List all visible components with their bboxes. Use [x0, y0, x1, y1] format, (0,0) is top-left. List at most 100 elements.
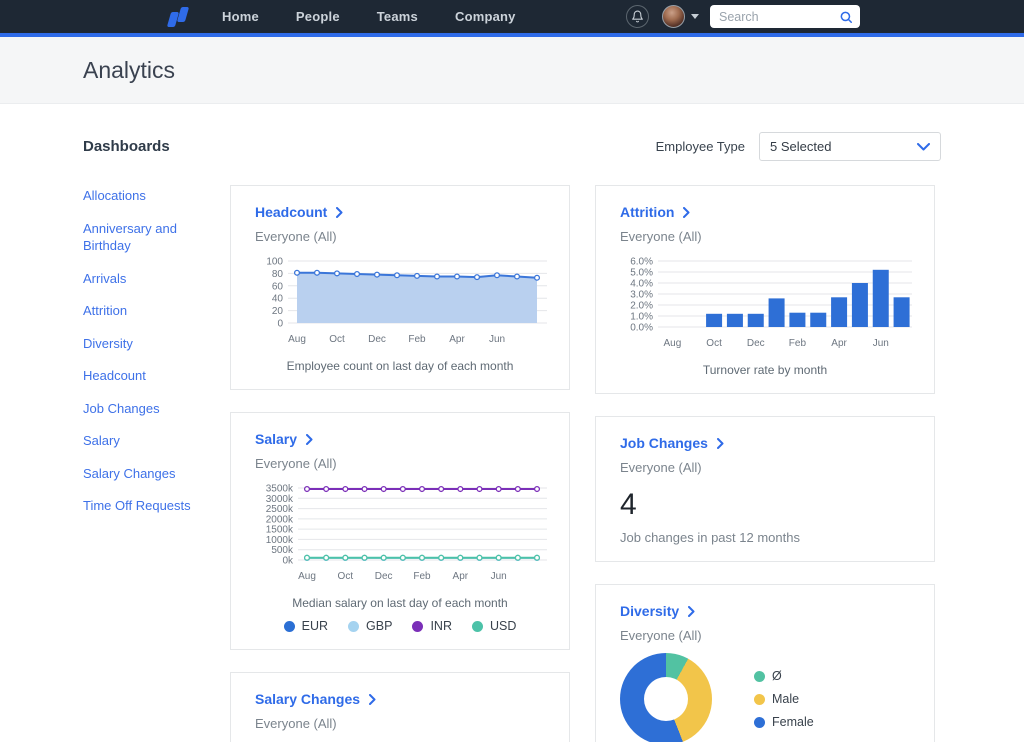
svg-text:2.0%: 2.0%	[630, 301, 653, 312]
diversity-card-title: Diversity	[620, 603, 679, 619]
diversity-card-link[interactable]: Diversity	[620, 603, 695, 619]
job-changes-value: 4	[620, 488, 910, 522]
svg-text:Oct: Oct	[706, 338, 722, 349]
employee-type-label: Employee Type	[656, 139, 745, 154]
salary-changes-card: Salary Changes Everyone (All) 5	[230, 672, 570, 742]
job-changes-card-subtitle: Everyone (All)	[620, 460, 910, 475]
svg-text:Dec: Dec	[368, 334, 386, 345]
svg-text:Oct: Oct	[338, 571, 354, 582]
svg-text:0: 0	[277, 319, 283, 330]
chevron-down-icon	[691, 14, 699, 19]
chevron-right-icon	[336, 207, 343, 218]
avatar	[662, 5, 685, 28]
svg-text:40: 40	[272, 294, 284, 305]
namely-logo[interactable]	[165, 4, 192, 30]
chevron-down-icon	[917, 143, 930, 151]
sidebar-item-salary[interactable]: Salary	[83, 432, 195, 450]
legend-label: USD	[490, 619, 516, 633]
headcount-chart: 100806040200AugOctDecFebAprJun	[255, 256, 545, 355]
employee-type-filter: Employee Type 5 Selected	[656, 132, 941, 161]
sidebar-item-anniversary-and-birthday[interactable]: Anniversary and Birthday	[83, 220, 195, 255]
salary-chart-caption: Median salary on last day of each month	[255, 596, 545, 610]
job-changes-caption: Job changes in past 12 months	[620, 530, 910, 545]
legend-item: Male	[754, 692, 814, 706]
svg-text:Feb: Feb	[408, 334, 426, 345]
legend-dot-icon	[754, 694, 765, 705]
job-changes-card: Job Changes Everyone (All) 4 Job changes…	[595, 416, 935, 562]
svg-text:0k: 0k	[282, 556, 294, 567]
dashboards-heading: Dashboards	[83, 138, 170, 155]
bell-icon	[631, 10, 644, 23]
legend-dot-icon	[412, 621, 423, 632]
svg-text:Jun: Jun	[491, 571, 507, 582]
svg-text:6.0%: 6.0%	[630, 257, 653, 268]
headcount-card-subtitle: Everyone (All)	[255, 229, 545, 244]
salary-card-title: Salary	[255, 431, 297, 447]
salary-changes-card-title: Salary Changes	[255, 691, 360, 707]
top-nav: Home People Teams Company	[0, 0, 1024, 33]
attrition-chart: 6.0%5.0%4.0%3.0%2.0%1.0%0.0% Aug Oct Dec Feb…	[620, 256, 910, 359]
chevron-right-icon	[717, 438, 724, 449]
salary-card-subtitle: Everyone (All)	[255, 456, 545, 471]
svg-text:1.0%: 1.0%	[630, 312, 653, 323]
legend-item: EUR	[284, 619, 328, 633]
chevron-right-icon	[369, 694, 376, 705]
svg-text:Jun: Jun	[489, 334, 505, 345]
svg-text:100: 100	[266, 257, 283, 268]
user-menu[interactable]	[662, 5, 699, 28]
headcount-card-link[interactable]: Headcount	[255, 204, 343, 220]
nav-item-people[interactable]: People	[296, 9, 340, 24]
svg-text:Feb: Feb	[789, 338, 807, 349]
svg-text:60: 60	[272, 281, 284, 292]
sidebar-item-attrition[interactable]: Attrition	[83, 302, 195, 320]
sidebar-item-headcount[interactable]: Headcount	[83, 367, 195, 385]
svg-text:Aug: Aug	[664, 338, 682, 349]
chevron-right-icon	[683, 207, 690, 218]
legend-label: GBP	[366, 619, 392, 633]
legend-label: Female	[772, 715, 814, 729]
legend-dot-icon	[754, 671, 765, 682]
salary-changes-card-subtitle: Everyone (All)	[255, 716, 545, 731]
dashboards-sidebar: Allocations Anniversary and Birthday Arr…	[83, 185, 230, 742]
sidebar-item-arrivals[interactable]: Arrivals	[83, 270, 195, 288]
sidebar-item-time-off-requests[interactable]: Time Off Requests	[83, 497, 195, 515]
diversity-card: Diversity Everyone (All) ØMaleFemale	[595, 584, 935, 742]
salary-changes-card-link[interactable]: Salary Changes	[255, 691, 376, 707]
svg-text:80: 80	[272, 269, 284, 280]
nav-item-teams[interactable]: Teams	[377, 9, 418, 24]
attrition-card-link[interactable]: Attrition	[620, 204, 690, 220]
search-icon[interactable]	[839, 10, 853, 24]
legend-dot-icon	[754, 717, 765, 728]
legend-item: Ø	[754, 669, 814, 683]
headcount-chart-caption: Employee count on last day of each month	[255, 359, 545, 373]
search-input[interactable]	[719, 10, 839, 24]
legend-dot-icon	[284, 621, 295, 632]
svg-text:Apr: Apr	[449, 334, 465, 345]
search-box	[710, 5, 860, 28]
employee-type-value: 5 Selected	[770, 139, 831, 154]
svg-text:0.0%: 0.0%	[630, 323, 653, 334]
legend-label: Male	[772, 692, 799, 706]
svg-text:Apr: Apr	[831, 338, 847, 349]
sidebar-item-salary-changes[interactable]: Salary Changes	[83, 465, 195, 483]
legend-item: GBP	[348, 619, 392, 633]
svg-text:5.0%: 5.0%	[630, 268, 653, 279]
nav-item-company[interactable]: Company	[455, 9, 516, 24]
svg-text:3.0%: 3.0%	[630, 290, 653, 301]
svg-text:Dec: Dec	[747, 338, 765, 349]
sidebar-item-diversity[interactable]: Diversity	[83, 335, 195, 353]
salary-chart: 3500k3000k2500k2000k1500k1000k500k0kAugO…	[255, 483, 545, 592]
svg-text:Apr: Apr	[453, 571, 469, 582]
sidebar-item-job-changes[interactable]: Job Changes	[83, 400, 195, 418]
legend-item: Female	[754, 715, 814, 729]
primary-nav: Home People Teams Company	[222, 9, 516, 24]
sidebar-item-allocations[interactable]: Allocations	[83, 187, 195, 205]
svg-text:4.0%: 4.0%	[630, 279, 653, 290]
svg-text:Feb: Feb	[413, 571, 431, 582]
salary-card-link[interactable]: Salary	[255, 431, 313, 447]
notifications-button[interactable]	[626, 5, 649, 28]
nav-item-home[interactable]: Home	[222, 9, 259, 24]
job-changes-card-link[interactable]: Job Changes	[620, 435, 724, 451]
headcount-card-title: Headcount	[255, 204, 327, 220]
employee-type-select[interactable]: 5 Selected	[759, 132, 941, 161]
